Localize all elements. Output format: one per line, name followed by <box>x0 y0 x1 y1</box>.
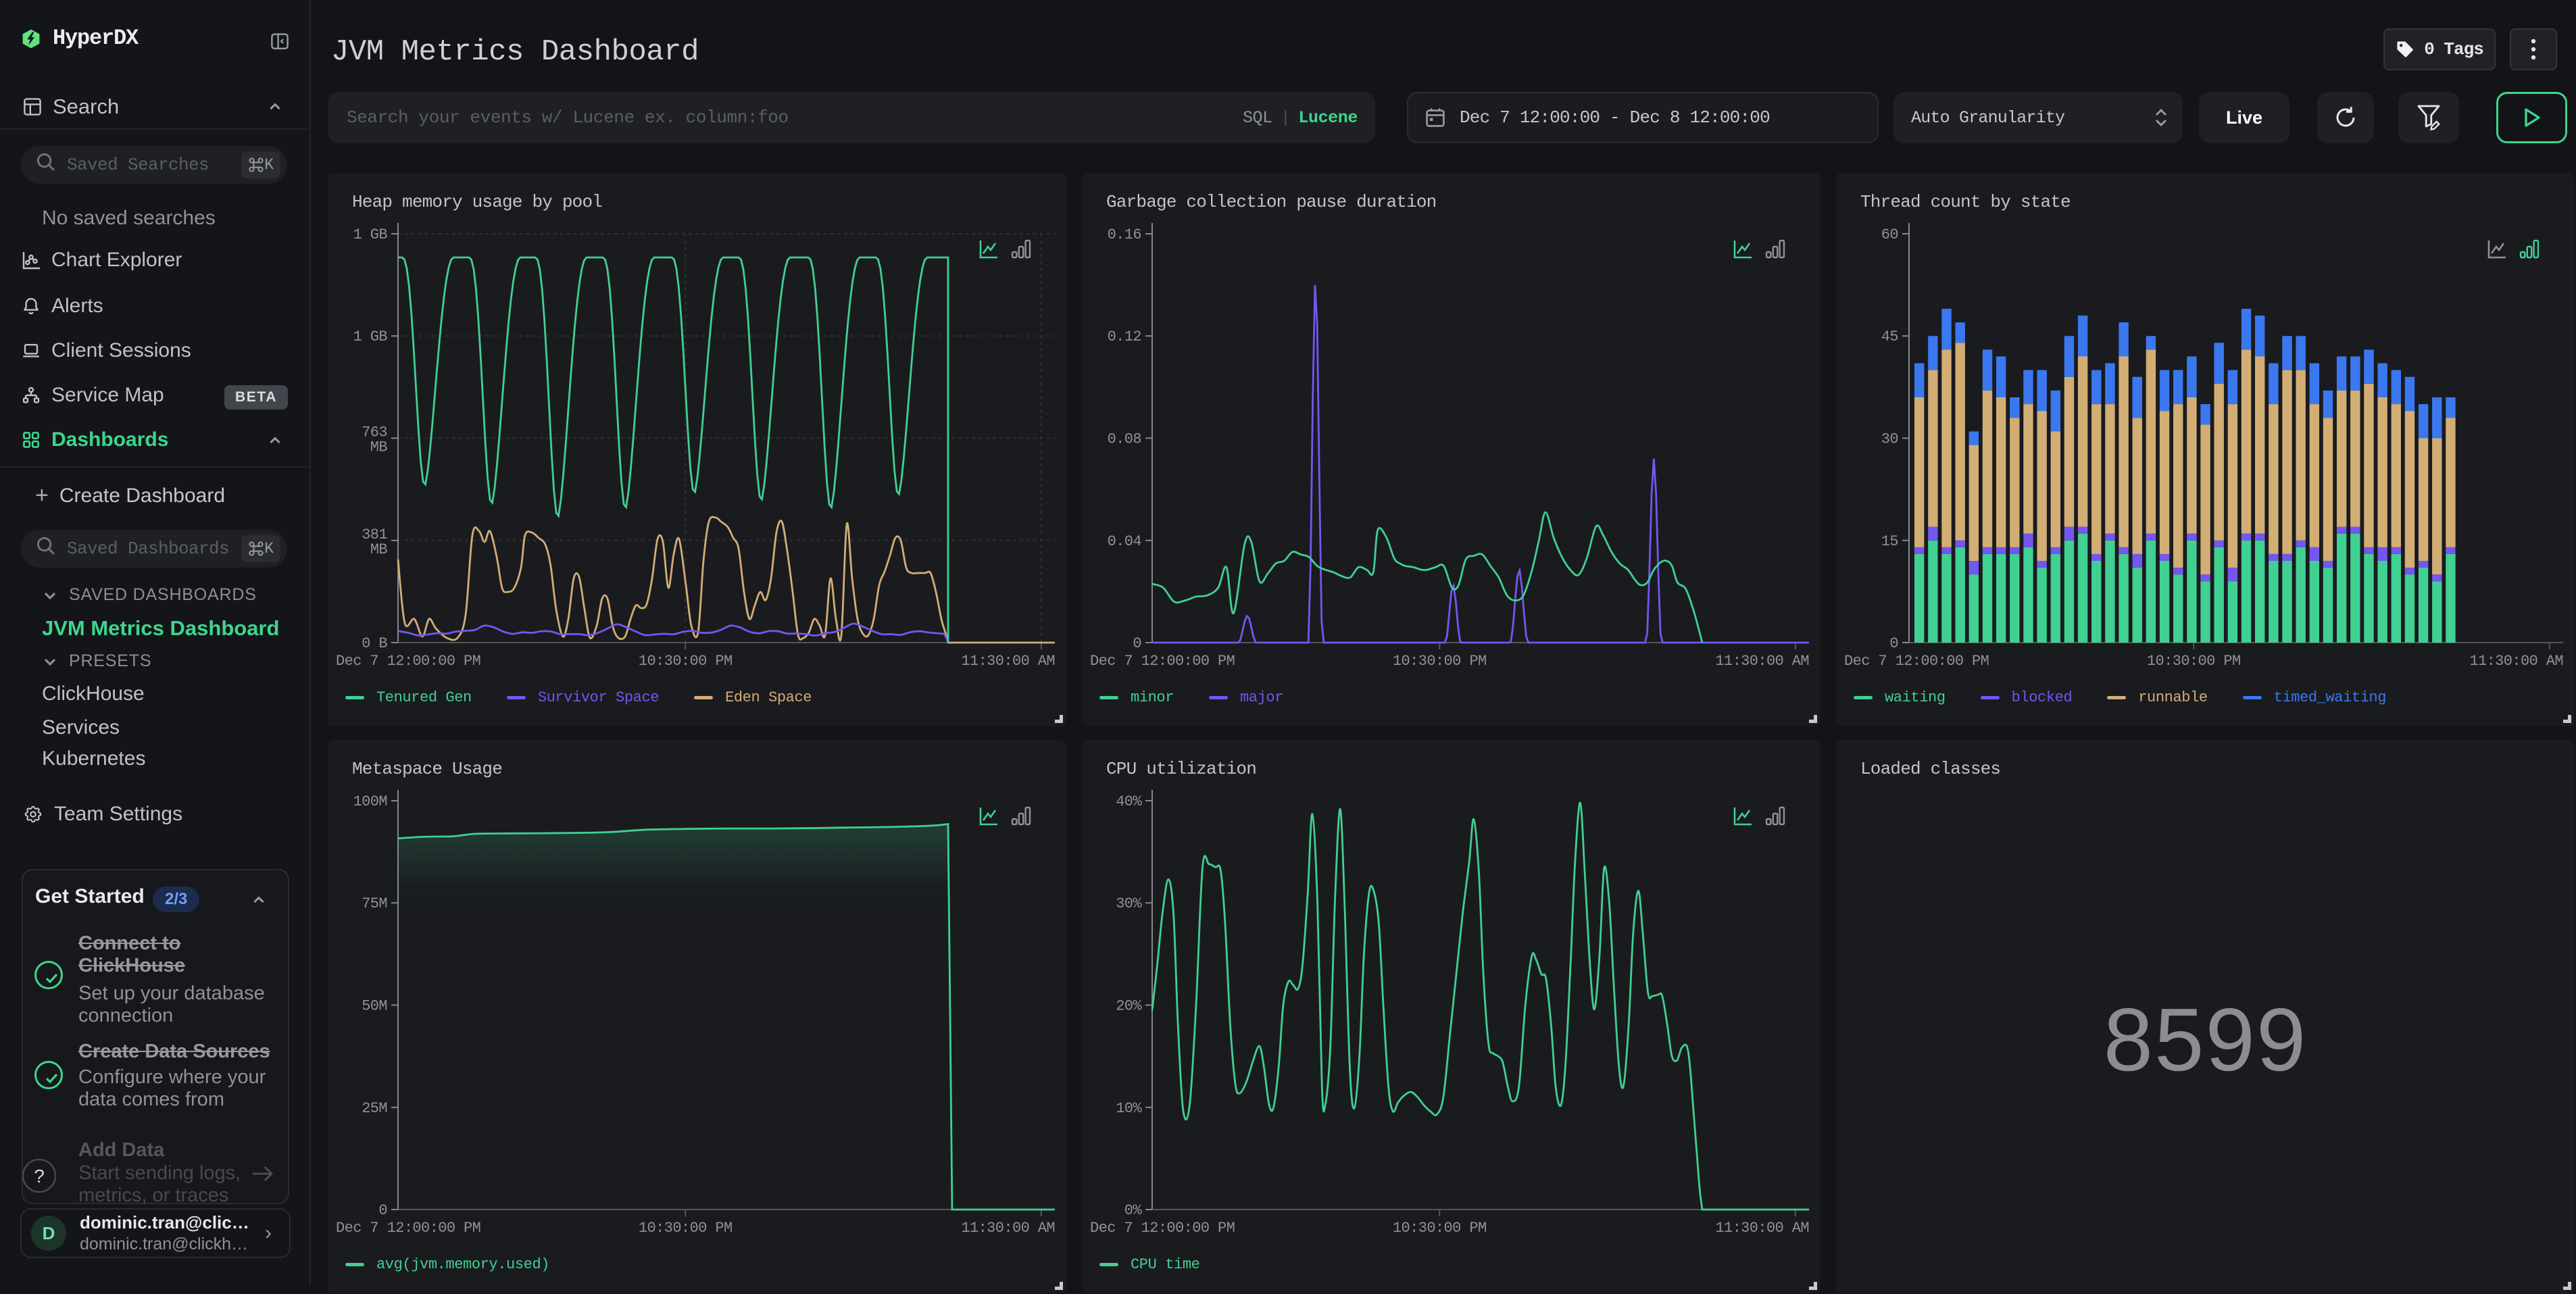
svg-text:0%: 0% <box>1124 1202 1143 1219</box>
svg-text:0 B: 0 B <box>362 635 387 652</box>
svg-text:10%: 10% <box>1116 1100 1142 1117</box>
svg-text:30: 30 <box>1881 430 1898 447</box>
svg-text:Dec 7 12:00:00 PM: Dec 7 12:00:00 PM <box>336 653 480 670</box>
svg-text:Dec 7 12:00:00 PM: Dec 7 12:00:00 PM <box>336 1220 480 1237</box>
svg-text:40%: 40% <box>1116 793 1142 810</box>
svg-text:50M: 50M <box>362 997 387 1014</box>
svg-text:45: 45 <box>1881 328 1898 345</box>
svg-text:30%: 30% <box>1116 895 1142 912</box>
svg-text:0.12: 0.12 <box>1108 328 1141 345</box>
svg-text:10:30:00 PM: 10:30:00 PM <box>639 653 733 670</box>
svg-text:10:30:00 PM: 10:30:00 PM <box>1393 653 1487 670</box>
svg-text:10:30:00 PM: 10:30:00 PM <box>2147 653 2241 670</box>
svg-text:11:30:00 AM: 11:30:00 AM <box>1715 653 1809 670</box>
svg-text:1 GB: 1 GB <box>353 328 388 345</box>
svg-text:100M: 100M <box>353 793 387 810</box>
svg-text:11:30:00 AM: 11:30:00 AM <box>961 1220 1055 1237</box>
svg-text:0.08: 0.08 <box>1108 430 1141 447</box>
svg-text:0.04: 0.04 <box>1108 533 1142 550</box>
svg-text:0.16: 0.16 <box>1108 226 1141 243</box>
svg-text:11:30:00 AM: 11:30:00 AM <box>2469 653 2563 670</box>
svg-text:25M: 25M <box>362 1100 387 1117</box>
svg-text:75M: 75M <box>362 895 387 912</box>
svg-text:60: 60 <box>1881 226 1898 243</box>
svg-text:0: 0 <box>1133 635 1141 652</box>
svg-text:10:30:00 PM: 10:30:00 PM <box>1393 1220 1487 1237</box>
svg-text:11:30:00 AM: 11:30:00 AM <box>1715 1220 1809 1237</box>
svg-text:?: ? <box>34 1166 45 1187</box>
svg-text:0: 0 <box>378 1202 387 1219</box>
svg-text:Dec 7 12:00:00 PM: Dec 7 12:00:00 PM <box>1844 653 1989 670</box>
svg-text:11:30:00 AM: 11:30:00 AM <box>961 653 1055 670</box>
svg-text:MB: MB <box>370 541 388 558</box>
svg-text:1 GB: 1 GB <box>353 226 388 243</box>
svg-text:MB: MB <box>370 439 388 455</box>
svg-text:Dec 7 12:00:00 PM: Dec 7 12:00:00 PM <box>1090 653 1235 670</box>
svg-text:15: 15 <box>1881 533 1898 550</box>
svg-text:20%: 20% <box>1116 997 1142 1014</box>
svg-text:0: 0 <box>1889 635 1898 652</box>
svg-text:10:30:00 PM: 10:30:00 PM <box>639 1220 733 1237</box>
svg-text:Dec 7 12:00:00 PM: Dec 7 12:00:00 PM <box>1090 1220 1235 1237</box>
